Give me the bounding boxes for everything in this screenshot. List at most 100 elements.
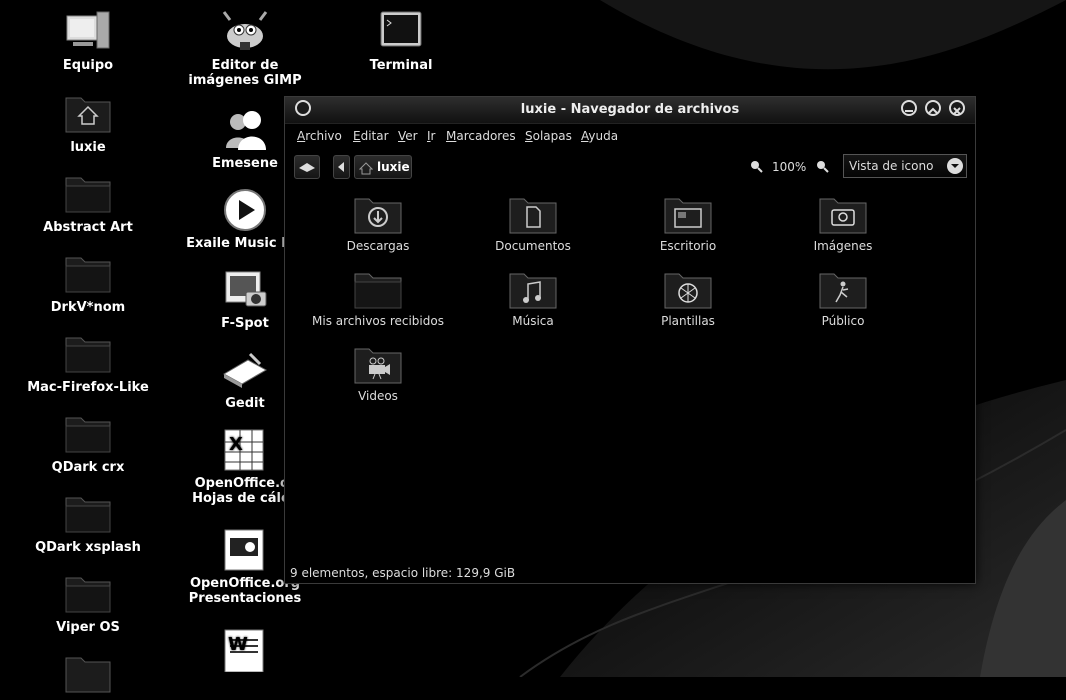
home-icon	[359, 162, 373, 175]
exaile-icon	[224, 189, 266, 231]
gimp-icon	[222, 11, 268, 50]
folder-icon	[65, 497, 111, 533]
zoom-out-icon[interactable]	[749, 159, 763, 173]
desktop-icon-label: Presentaciones	[188, 591, 302, 606]
desktop-icon-qdark-xsplash[interactable]: QDark xsplash	[23, 492, 153, 555]
arrow-left-icon	[338, 162, 344, 172]
desktop-icon-label: luxie	[70, 140, 106, 155]
file-item-label: Mis archivos recibidos	[312, 314, 444, 328]
desktop-icon-abstract-art[interactable]: Abstract Art	[23, 172, 153, 235]
file-item-label: Videos	[358, 389, 398, 403]
file-item-imagenes[interactable]: Imágenes	[768, 195, 918, 253]
videos-folder-icon	[354, 348, 402, 384]
file-item-videos[interactable]: Videos	[303, 345, 453, 403]
spreadsheet-icon: X	[224, 429, 264, 471]
maximize-button[interactable]	[925, 100, 941, 116]
fspot-icon	[225, 271, 267, 307]
file-item-label: Plantillas	[661, 314, 715, 328]
public-folder-icon	[819, 273, 867, 309]
minimize-icon	[905, 110, 913, 112]
desktop-icon-label: Editor de	[211, 58, 279, 73]
view-mode-label: Vista de icono	[849, 159, 934, 173]
desktop-icon-terminal[interactable]: Terminal	[336, 10, 466, 73]
desktop-icon-drkvnom[interactable]: DrkV*nom	[23, 252, 153, 315]
file-item-label: Escritorio	[659, 239, 717, 253]
menu-ver[interactable]: Ver	[398, 129, 418, 143]
chevron-up-icon	[928, 107, 938, 114]
zoom-in-icon[interactable]	[815, 159, 829, 173]
templates-folder-icon	[664, 273, 712, 309]
file-item-musica[interactable]: Música	[458, 270, 608, 328]
status-bar: 9 elementos, espacio libre: 129,9 GiB	[290, 566, 516, 580]
window-title: luxie - Navegador de archivos	[520, 102, 740, 117]
folder-icon	[65, 577, 111, 613]
location-toolbar: luxie 100% Vista de icono	[285, 151, 975, 183]
desktop-icon-partial[interactable]	[23, 652, 153, 700]
desktop-icon-label: DrkV*nom	[50, 300, 126, 315]
file-item-label: Público	[821, 314, 865, 328]
file-item-plantillas[interactable]: Plantillas	[613, 270, 763, 328]
folder-icon	[65, 337, 111, 373]
file-item-escritorio[interactable]: Escritorio	[613, 195, 763, 253]
home-folder-icon	[65, 97, 111, 133]
desktop-folder-icon	[664, 198, 712, 234]
window-titlebar[interactable]: luxie - Navegador de archivos	[285, 97, 975, 124]
view-mode-select[interactable]: Vista de icono	[843, 154, 967, 178]
svg-text:W: W	[228, 634, 248, 655]
menu-ir[interactable]: Ir	[427, 129, 435, 143]
desktop-icon-luxie[interactable]: luxie	[23, 92, 153, 155]
computer-icon	[66, 11, 110, 49]
writer-icon: W	[224, 629, 264, 672]
desktop-icon-gimp[interactable]: Editor de imágenes GIMP	[180, 10, 310, 88]
file-item-mis-archivos-recibidos[interactable]: Mis archivos recibidos	[303, 270, 453, 328]
folder-icon	[65, 177, 111, 213]
desktop-icon-label: Viper OS	[56, 620, 120, 635]
close-button[interactable]	[949, 100, 965, 116]
file-item-label: Imágenes	[813, 239, 873, 253]
desktop-icon-label: imágenes GIMP	[188, 73, 302, 88]
minimize-button[interactable]	[901, 100, 917, 116]
desktop-icon-label: Terminal	[369, 58, 433, 73]
desktop-icon-equipo[interactable]: Equipo	[23, 10, 153, 73]
folder-icon	[65, 417, 111, 453]
file-item-publico[interactable]: Público	[768, 270, 918, 328]
file-item-label: Descargas	[346, 239, 410, 253]
menu-editar[interactable]: Editar	[353, 129, 389, 143]
menu-marcadores[interactable]: Marcadores	[446, 129, 516, 143]
desktop-icon-label: QDark xsplash	[35, 540, 141, 555]
desktop-icon-qdark-crx[interactable]: QDark crx	[23, 412, 153, 475]
emesene-icon	[226, 111, 266, 150]
breadcrumb-luxie[interactable]: luxie	[354, 155, 412, 179]
desktop-icon-label: QDark crx	[51, 460, 125, 475]
folder-icon	[65, 657, 111, 693]
path-back-button[interactable]	[333, 155, 350, 179]
zoom-level[interactable]: 100%	[772, 160, 806, 174]
desktop-icon-mac-firefox-like[interactable]: Mac-Firefox-Like	[23, 332, 153, 395]
desktop-icon-label: Abstract Art	[43, 220, 133, 235]
file-item-descargas[interactable]: Descargas	[303, 195, 453, 253]
file-item-label: Música	[512, 314, 554, 328]
desktop-icon-writer[interactable]: W	[180, 628, 310, 676]
toggle-location-button[interactable]	[294, 155, 320, 179]
menubar: Archivo Editar Ver Ir Marcadores Solapas…	[285, 127, 975, 147]
presentation-icon	[224, 529, 264, 571]
file-item-documentos[interactable]: Documentos	[458, 195, 608, 253]
folder-icon	[65, 257, 111, 293]
file-browser-window: luxie - Navegador de archivos Archivo Ed…	[284, 96, 976, 584]
file-view[interactable]: Descargas Documentos Escritorio Imágenes…	[285, 187, 975, 557]
documents-folder-icon	[509, 198, 557, 234]
desktop-icon-label: Mac-Firefox-Like	[27, 380, 149, 395]
breadcrumb-label: luxie	[377, 160, 410, 174]
download-folder-icon	[354, 198, 402, 234]
folder-icon	[354, 273, 402, 309]
desktop-icon-viper-os[interactable]: Viper OS	[23, 572, 153, 635]
pathbar-toggle-icon	[299, 163, 315, 172]
close-icon	[953, 107, 961, 115]
pictures-folder-icon	[819, 198, 867, 234]
menu-solapas[interactable]: Solapas	[525, 129, 572, 143]
menu-archivo[interactable]: Archivo	[297, 129, 342, 143]
gedit-icon	[222, 352, 268, 388]
chevron-down-icon	[947, 158, 963, 174]
menu-ayuda[interactable]: Ayuda	[581, 129, 618, 143]
svg-text:X: X	[229, 434, 243, 455]
